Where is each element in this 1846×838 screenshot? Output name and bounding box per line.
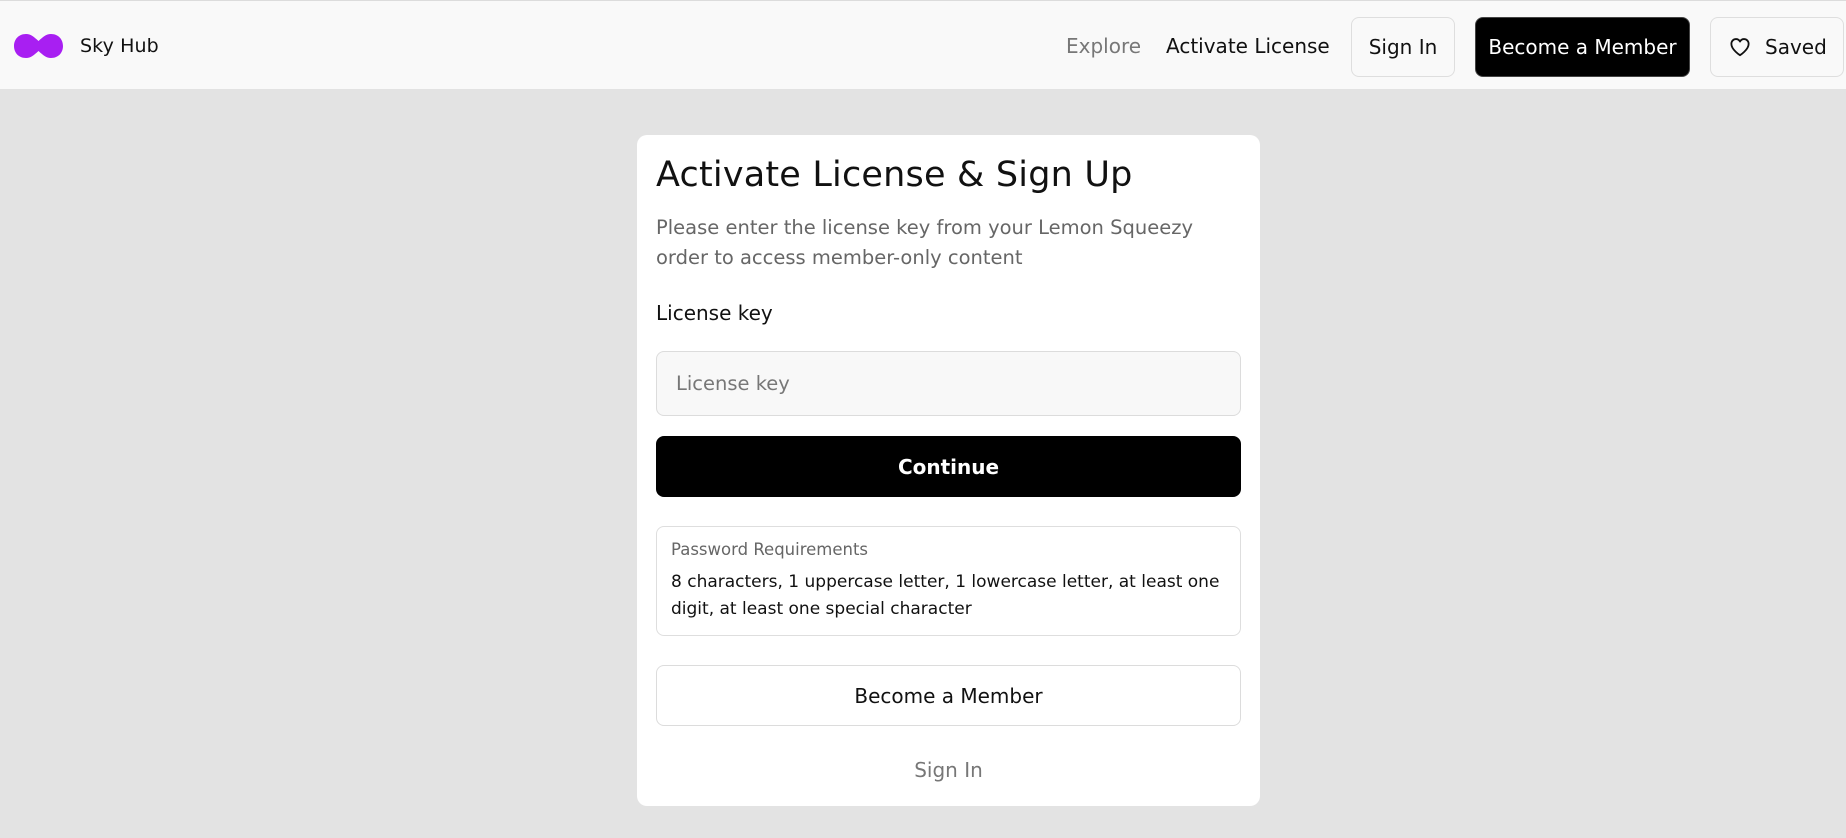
sky-hub-logo [14, 34, 63, 58]
logo-shape [14, 34, 63, 58]
header-sign-in-button[interactable]: Sign In [1351, 17, 1455, 77]
top-navigation-bar: Sky Hub Explore Activate License Sign In… [0, 0, 1846, 90]
brand-name: Sky Hub [80, 35, 159, 57]
password-requirements-box: Password Requirements 8 characters, 1 up… [656, 526, 1241, 636]
page-title: Activate License & Sign Up [656, 155, 1133, 195]
nav-activate-license-link[interactable]: Activate License [1166, 32, 1330, 60]
become-member-button[interactable]: Become a Member [656, 665, 1241, 726]
password-requirements-title: Password Requirements [671, 540, 869, 559]
password-requirements-text: 8 characters, 1 uppercase letter, 1 lowe… [671, 572, 1220, 619]
page-subtitle: Please enter the license key from your L… [656, 216, 1194, 269]
header-become-member-button[interactable]: Become a Member [1475, 17, 1690, 77]
header-become-member-label: Become a Member [1488, 35, 1677, 59]
brand[interactable]: Sky Hub [13, 29, 159, 63]
continue-button[interactable]: Continue [656, 436, 1241, 497]
license-key-input[interactable] [656, 351, 1241, 416]
header-sign-in-label: Sign In [1368, 35, 1438, 59]
saved-label: Saved [1765, 35, 1827, 59]
activate-license-card: Activate License & Sign Up Please enter … [637, 135, 1260, 806]
heart-icon [1730, 38, 1750, 57]
license-key-label: License key [656, 301, 773, 325]
heart-icon-path [1730, 38, 1750, 57]
sign-in-link[interactable]: Sign In [637, 758, 1260, 782]
nav-explore-link[interactable]: Explore [1066, 32, 1141, 60]
saved-button[interactable]: Saved [1710, 17, 1844, 77]
